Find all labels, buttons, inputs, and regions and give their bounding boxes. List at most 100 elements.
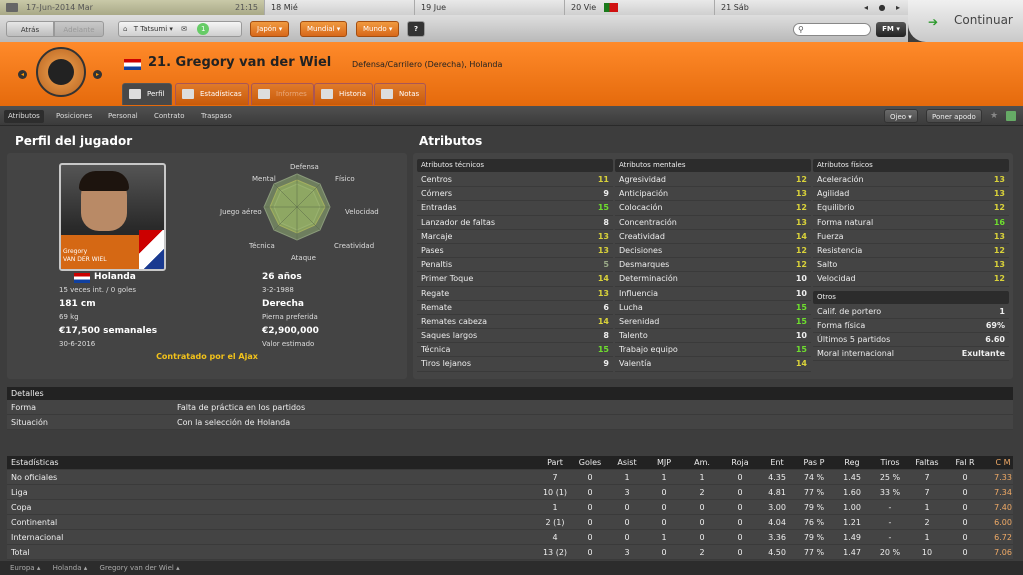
attribute-row[interactable]: Remates cabeza 14 [417,315,613,330]
tab-stats[interactable]: Estadísticas [175,83,249,105]
stats-column-header[interactable]: Tiros [873,456,907,470]
tab-reports[interactable]: Informes [251,83,314,105]
nationality[interactable]: Holanda [94,272,136,282]
attribute-row[interactable]: Entradas 15 [417,201,613,216]
stats-row[interactable]: Total 13 (2) 0 3 0 2 0 4.50 77 % 1.47 20 % 10 0 7.06 [7,545,1013,560]
attribute-row[interactable]: Primer Toque 14 [417,272,613,287]
manager-menu[interactable]: T Tatsumi [134,25,168,33]
attribute-row[interactable]: Creatividad 14 [615,230,811,244]
attribute-row[interactable]: Determinación 10 [615,272,811,287]
attribute-row[interactable]: Agilidad 13 [813,187,1009,202]
calendar-today[interactable]: 17-Jun-2014 Mar 21:15 [0,0,264,15]
stats-cell: 0 [624,533,630,542]
attribute-row[interactable]: Técnica 15 [417,343,613,358]
attribute-row[interactable]: Saques largos 8 [417,329,613,344]
attribute-row[interactable]: Últimos 5 partidos 6.60 [813,333,1009,348]
notification-icon[interactable]: 1 [197,23,210,35]
stats-row[interactable]: Internacional 4 0 0 1 0 0 3.36 79 % 1.49 - 1 0 6.72 [7,530,1013,545]
tab-history[interactable]: Historia [314,83,373,105]
previous-arrow-icon[interactable]: ◂ [18,70,27,79]
attribute-row[interactable]: Colocación 12 [615,201,811,216]
stats-column-header[interactable]: Roja [723,456,757,470]
stats-row[interactable]: No oficiales 7 0 1 1 1 0 4.35 74 % 1.45 25 % 7 0 7.33 [7,470,1013,485]
stats-column-header[interactable]: MJP [647,456,681,470]
attribute-row[interactable]: Forma natural 16 [813,216,1009,230]
stats-column-header[interactable]: Faltas [910,456,944,470]
contracted-club[interactable]: Contratado por el Ajax [7,352,407,361]
star-icon[interactable]: ★ [990,111,998,121]
subnav-positions[interactable]: Posiciones [52,110,96,123]
continue-button[interactable]: ➔ Continuar [908,0,1023,42]
calendar-nav[interactable]: ◂ ● ▸ [860,0,908,15]
subnav-personal[interactable]: Personal [104,110,142,123]
stats-row[interactable]: Copa 1 0 0 0 0 0 3.00 79 % 1.00 - 1 0 7.40 [7,500,1013,515]
mail-icon[interactable]: ✉ [181,25,187,33]
calendar-day[interactable]: 19 Jue [414,0,564,15]
attribute-row[interactable]: Aceleración 13 [813,173,1009,188]
forward-button[interactable]: Adelante [54,21,104,37]
stats-column-header[interactable]: Ent [760,456,794,470]
breadcrumb-item[interactable]: Europa ▴ [10,564,40,572]
scout-button[interactable]: Ojeo ▾ [884,109,918,123]
subnav-attributes[interactable]: Atributos [4,110,44,123]
nickname-button[interactable]: Poner apodo [926,109,982,123]
attribute-row[interactable]: Anticipación 13 [615,187,811,202]
tab-notes[interactable]: Notas [374,83,427,105]
attribute-row[interactable]: Lucha 15 [615,301,811,315]
attribute-row[interactable]: Córners 9 [417,187,613,202]
stats-column-header[interactable]: Am. [685,456,719,470]
home-icon[interactable]: ⌂ [123,25,127,33]
stats-column-header[interactable]: Goles [573,456,607,470]
subnav-transfer[interactable]: Traspaso [197,110,236,123]
stats-column-header[interactable]: Pas P [797,456,831,470]
attribute-row[interactable]: Trabajo equipo 15 [615,343,811,358]
calendar-day[interactable]: 21 Sáb [714,0,860,15]
attribute-row[interactable]: Influencia 10 [615,287,811,301]
attribute-row[interactable]: Lanzador de faltas 8 [417,216,613,230]
stats-column-header[interactable]: Reg [835,456,869,470]
stats-row[interactable]: Continental 2 (1) 0 0 0 0 0 4.04 76 % 1.21 - 2 0 6.00 [7,515,1013,530]
search-input[interactable]: ⚲ [793,23,871,36]
stats-column-header[interactable]: Fal R [948,456,982,470]
attribute-row[interactable]: Marcaje 13 [417,230,613,244]
menu-japan[interactable]: Japón ▾ [250,21,290,37]
breadcrumb-item[interactable]: Holanda ▴ [53,564,88,572]
attribute-row[interactable]: Remate 6 [417,301,613,315]
menu-world-cup[interactable]: Mundial ▾ [300,21,348,37]
fm-menu-button[interactable]: FM ▾ [876,22,906,37]
attribute-row[interactable]: Salto 13 [813,258,1009,273]
attribute-row[interactable]: Penaltis 5 [417,258,613,273]
back-button[interactable]: Atrás [6,21,54,37]
stats-column-header[interactable]: Part [538,456,572,470]
stats-row[interactable]: Liga 10 (1) 0 3 0 2 0 4.81 77 % 1.60 33 % 7 0 7.34 [7,485,1013,500]
menu-world[interactable]: Mundo ▾ [356,21,400,37]
attribute-row[interactable]: Pases 13 [417,244,613,259]
attribute-row[interactable]: Valentía 14 [615,357,811,372]
attribute-row[interactable]: Velocidad 12 [813,272,1009,287]
tab-profile[interactable]: Perfil [122,83,172,105]
edit-icon[interactable] [1006,111,1016,121]
next-arrow-icon[interactable]: ▸ [93,70,102,79]
breadcrumb-item[interactable]: Gregory van der Wiel ▴ [100,564,180,572]
attribute-row[interactable]: Decisiones 12 [615,244,811,259]
attribute-row[interactable]: Tiros lejanos 9 [417,357,613,372]
calendar-day[interactable]: 20 Vie [564,0,714,15]
attribute-row[interactable]: Regate 13 [417,287,613,301]
help-button[interactable]: ? [407,21,425,37]
attribute-row[interactable]: Agresividad 12 [615,173,811,188]
attribute-row[interactable]: Fuerza 13 [813,230,1009,244]
calendar-day[interactable]: 18 Mié [264,0,414,15]
attribute-row[interactable]: Calif. de portero 1 [813,305,1009,319]
attribute-row[interactable]: Equilibrio 12 [813,201,1009,216]
attribute-row[interactable]: Serenidad 15 [615,315,811,330]
attribute-row[interactable]: Desmarques 12 [615,258,811,273]
attribute-row[interactable]: Forma física 69% [813,319,1009,333]
attribute-row[interactable]: Centros 11 [417,173,613,188]
stats-column-header[interactable]: Asist [610,456,644,470]
attribute-row[interactable]: Concentración 13 [615,216,811,230]
subnav-contract[interactable]: Contrato [150,110,189,123]
attribute-row[interactable]: Talento 10 [615,329,811,344]
attribute-row[interactable]: Resistencia 12 [813,244,1009,259]
attribute-row[interactable]: Moral internacional Exultante [813,347,1009,362]
stats-column-header[interactable]: C M [986,456,1020,470]
